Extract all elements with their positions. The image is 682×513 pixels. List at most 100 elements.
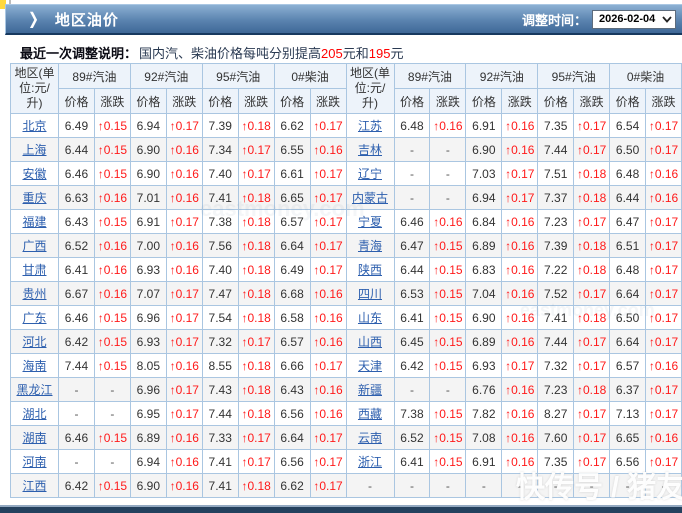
price-cell: 6.42	[58, 329, 95, 354]
fuel-header-89-left: 89#汽油	[58, 63, 131, 89]
price-cell: 6.41	[393, 449, 431, 474]
region-cell: 浙江	[345, 449, 395, 474]
change-cell: ↑0.17	[309, 113, 347, 138]
region-link[interactable]: 山东	[358, 311, 382, 325]
price-cell: 6.96	[129, 305, 167, 330]
title-bar: ❯ 地区油价 调整时间： 2026-02-04	[5, 4, 682, 35]
region-link[interactable]: 江西	[22, 479, 46, 493]
change-cell: ↑0.18	[237, 233, 275, 258]
change-cell: ↑0.16	[501, 137, 539, 162]
price-cell: 6.68	[273, 281, 311, 306]
region-link[interactable]: 陕西	[358, 263, 382, 277]
region-link[interactable]: 黑龙江	[16, 383, 52, 397]
region-link[interactable]: 贵州	[22, 287, 46, 301]
region-cell: 西藏	[345, 401, 395, 426]
change-cell: -	[429, 473, 467, 498]
region-link[interactable]: 新疆	[358, 383, 382, 397]
price-cell: 7.43	[201, 377, 239, 402]
price-cell: 7.60	[537, 425, 575, 450]
change-cell: ↑0.15	[93, 161, 131, 186]
change-cell: ↑0.16	[93, 233, 131, 258]
change-cell: ↑0.16	[645, 161, 682, 186]
price-cell: 6.57	[273, 209, 311, 234]
price-cell: 7.38	[393, 401, 431, 426]
price-cell: 6.48	[393, 113, 431, 138]
price-cell: 6.48	[609, 161, 647, 186]
region-link[interactable]: 北京	[22, 119, 46, 133]
region-link[interactable]: 广西	[22, 239, 46, 253]
price-cell: 6.96	[129, 377, 167, 402]
price-cell: 6.61	[273, 161, 311, 186]
region-cell: 广东	[10, 305, 59, 330]
region-link[interactable]: 云南	[358, 431, 382, 445]
price-cell: 6.64	[273, 425, 311, 450]
region-link[interactable]: 安徽	[22, 167, 46, 181]
change-cell: ↑0.16	[309, 377, 347, 402]
price-col-header: 价格	[201, 88, 239, 114]
region-link[interactable]: 福建	[22, 215, 46, 229]
region-link[interactable]: 河南	[22, 455, 46, 469]
region-link[interactable]: 湖南	[22, 431, 46, 445]
price-cell: 6.45	[393, 329, 431, 354]
region-header-left: 地区(单位:元/升)	[10, 63, 59, 114]
change-cell: ↑0.17	[237, 161, 275, 186]
region-link[interactable]: 四川	[358, 287, 382, 301]
region-link[interactable]: 吉林	[358, 143, 382, 157]
region-link[interactable]: 西藏	[358, 407, 382, 421]
price-cell: 8.55	[201, 353, 239, 378]
price-cell: 6.41	[393, 305, 431, 330]
price-cell: 6.50	[609, 137, 647, 162]
change-cell: -	[429, 377, 467, 402]
change-cell: ↑0.17	[309, 209, 347, 234]
change-cell: ↑0.16	[165, 353, 203, 378]
change-cell: ↑0.15	[429, 257, 467, 282]
region-link[interactable]: 广东	[22, 311, 46, 325]
region-link[interactable]: 重庆	[22, 191, 46, 205]
adjust-time-label: 调整时间：	[521, 12, 587, 28]
region-link[interactable]: 湖北	[22, 407, 46, 421]
price-cell: 8.27	[537, 401, 575, 426]
price-cell: 6.48	[609, 257, 647, 282]
region-link[interactable]: 青海	[358, 239, 382, 253]
region-link[interactable]: 上海	[22, 143, 46, 157]
region-link[interactable]: 河北	[22, 335, 46, 349]
region-link[interactable]: 内蒙古	[352, 191, 388, 205]
price-cell: 6.57	[273, 329, 311, 354]
change-cell: ↑0.17	[309, 161, 347, 186]
change-cell: ↑0.17	[309, 473, 347, 498]
price-cell: 6.90	[465, 137, 503, 162]
region-link[interactable]: 宁夏	[358, 215, 382, 229]
fuel-header-95-right: 95#汽油	[537, 63, 611, 89]
region-link[interactable]: 辽宁	[358, 167, 382, 181]
change-cell: ↑0.17	[165, 377, 203, 402]
change-cell: ↑0.16	[165, 137, 203, 162]
region-link[interactable]: 天津	[358, 359, 382, 373]
fuel-header-0-left: 0#柴油	[273, 63, 347, 89]
change-cell: ↑0.17	[573, 113, 611, 138]
change-cell: ↑0.17	[309, 257, 347, 282]
region-link[interactable]: 山西	[358, 335, 382, 349]
price-cell: 7.44	[201, 401, 239, 426]
price-cell: 6.65	[609, 425, 647, 450]
price-cell: 7.38	[201, 209, 239, 234]
region-link[interactable]: 浙江	[358, 455, 382, 469]
region-link[interactable]: 甘肃	[22, 263, 46, 277]
table-row: 江西 6.42 ↑0.15 6.90 ↑0.16 7.41 ↑0.18 6.62 ↑0.17- -…	[10, 473, 682, 498]
change-cell: ↑0.17	[309, 449, 347, 474]
region-link[interactable]: 江苏	[358, 119, 382, 133]
price-cell: 7.44	[537, 137, 575, 162]
region-cell: 甘肃	[10, 257, 59, 282]
table-row: 安徽 6.46 ↑0.15 6.90 ↑0.16 7.40 ↑0.17 6.61 ↑0.17 辽宁…	[10, 161, 682, 186]
change-cell: ↑0.18	[573, 161, 611, 186]
date-select[interactable]: 2026-02-04	[592, 9, 676, 29]
region-cell: 辽宁	[345, 161, 395, 186]
price-cell: 7.00	[129, 233, 167, 258]
change-cell: ↑0.17	[645, 401, 682, 426]
change-cell: ↑0.15	[93, 425, 131, 450]
region-link[interactable]: 海南	[22, 359, 46, 373]
price-cell: 7.54	[201, 305, 239, 330]
region-cell: -	[345, 473, 395, 498]
notice-text-3: 元	[390, 46, 404, 61]
change-cell: ↑0.16	[501, 401, 539, 426]
region-cell: 海南	[10, 353, 59, 378]
